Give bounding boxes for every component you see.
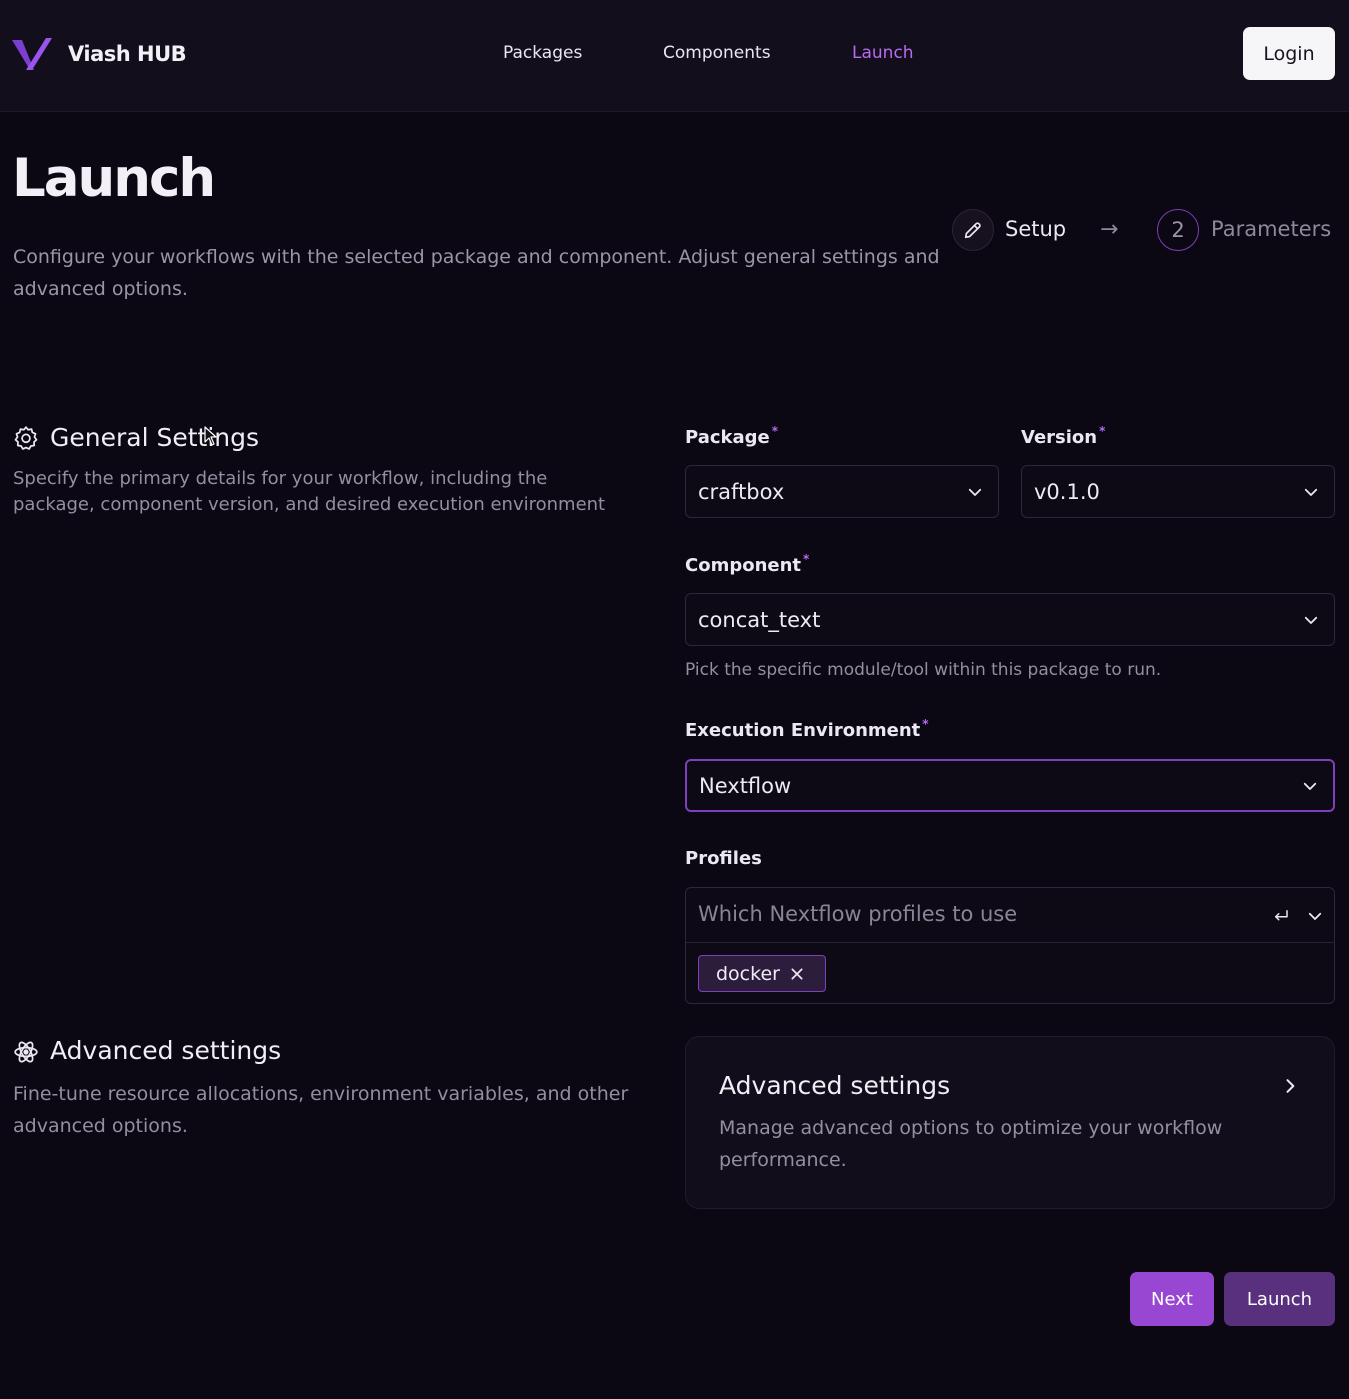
version-label: Version * bbox=[1021, 424, 1106, 448]
version-value: v0.1.0 bbox=[1034, 479, 1100, 504]
execution-environment-select[interactable]: Nextflow bbox=[685, 759, 1335, 812]
package-label: Package * bbox=[685, 424, 779, 448]
advanced-card-title: Advanced settings bbox=[719, 1071, 951, 1100]
chevron-right-icon bbox=[1286, 1079, 1295, 1093]
mouse-cursor-icon bbox=[204, 426, 217, 446]
gear-icon bbox=[14, 426, 38, 450]
advanced-settings-title: Advanced settings bbox=[50, 1036, 282, 1065]
general-settings-title: General Settings bbox=[50, 423, 260, 452]
package-value: craftbox bbox=[698, 479, 785, 504]
advanced-card-description: Manage advanced options to optimize your… bbox=[719, 1117, 1223, 1171]
nav-components[interactable]: Components bbox=[663, 43, 771, 63]
chevron-down-icon bbox=[1304, 616, 1318, 624]
enter-icon bbox=[1275, 910, 1288, 921]
component-label: Component * bbox=[685, 552, 810, 576]
close-icon[interactable] bbox=[789, 966, 805, 982]
profiles-placeholder: Which Nextflow profiles to use bbox=[698, 902, 1018, 926]
nav-packages[interactable]: Packages bbox=[503, 43, 582, 63]
nav-launch[interactable]: Launch bbox=[852, 43, 914, 63]
top-navbar: Viash HUB Packages Components Launch Log… bbox=[0, 0, 1349, 112]
profiles-input[interactable]: Which Nextflow profiles to use bbox=[686, 888, 1334, 943]
profile-tag: docker bbox=[698, 955, 826, 992]
execution-environment-value: Nextflow bbox=[699, 773, 792, 798]
next-button[interactable]: Next bbox=[1130, 1272, 1214, 1326]
component-select[interactable]: concat_text bbox=[685, 593, 1335, 646]
page-title: Launch bbox=[12, 148, 216, 209]
pencil-icon bbox=[964, 222, 981, 239]
login-button[interactable]: Login bbox=[1243, 27, 1335, 80]
main-nav: Packages Components Launch bbox=[0, 43, 1349, 67]
step-parameters-indicator[interactable]: 2 bbox=[1157, 209, 1199, 251]
advanced-settings-card[interactable]: Advanced settings Manage advanced option… bbox=[685, 1036, 1335, 1209]
chevron-down-icon bbox=[1303, 782, 1317, 790]
general-settings-description: Specify the primary details for your wor… bbox=[13, 468, 606, 515]
atom-icon bbox=[14, 1041, 38, 1063]
page-description: Configure your workflows with the select… bbox=[13, 246, 940, 300]
profiles-label: Profiles bbox=[685, 848, 762, 869]
chevron-down-icon bbox=[968, 488, 982, 496]
step-parameters-label: Parameters bbox=[1211, 217, 1332, 241]
chevron-down-icon[interactable] bbox=[1306, 907, 1324, 925]
package-select[interactable]: craftbox bbox=[685, 465, 999, 518]
step-setup-label: Setup bbox=[1005, 217, 1067, 241]
execution-environment-label: Execution Environment * bbox=[685, 717, 929, 741]
arrow-right-icon: → bbox=[1100, 217, 1119, 242]
profiles-multiselect: Which Nextflow profiles to use docker bbox=[685, 887, 1335, 1004]
version-select[interactable]: v0.1.0 bbox=[1021, 465, 1335, 518]
component-hint: Pick the specific module/tool within thi… bbox=[685, 660, 1162, 680]
step-setup-indicator[interactable] bbox=[952, 209, 994, 251]
component-value: concat_text bbox=[698, 607, 821, 632]
profile-tag-label: docker bbox=[716, 962, 780, 985]
advanced-settings-description: Fine-tune resource allocations, environm… bbox=[13, 1083, 629, 1137]
launch-button[interactable]: Launch bbox=[1224, 1272, 1335, 1326]
chevron-down-icon bbox=[1304, 488, 1318, 496]
